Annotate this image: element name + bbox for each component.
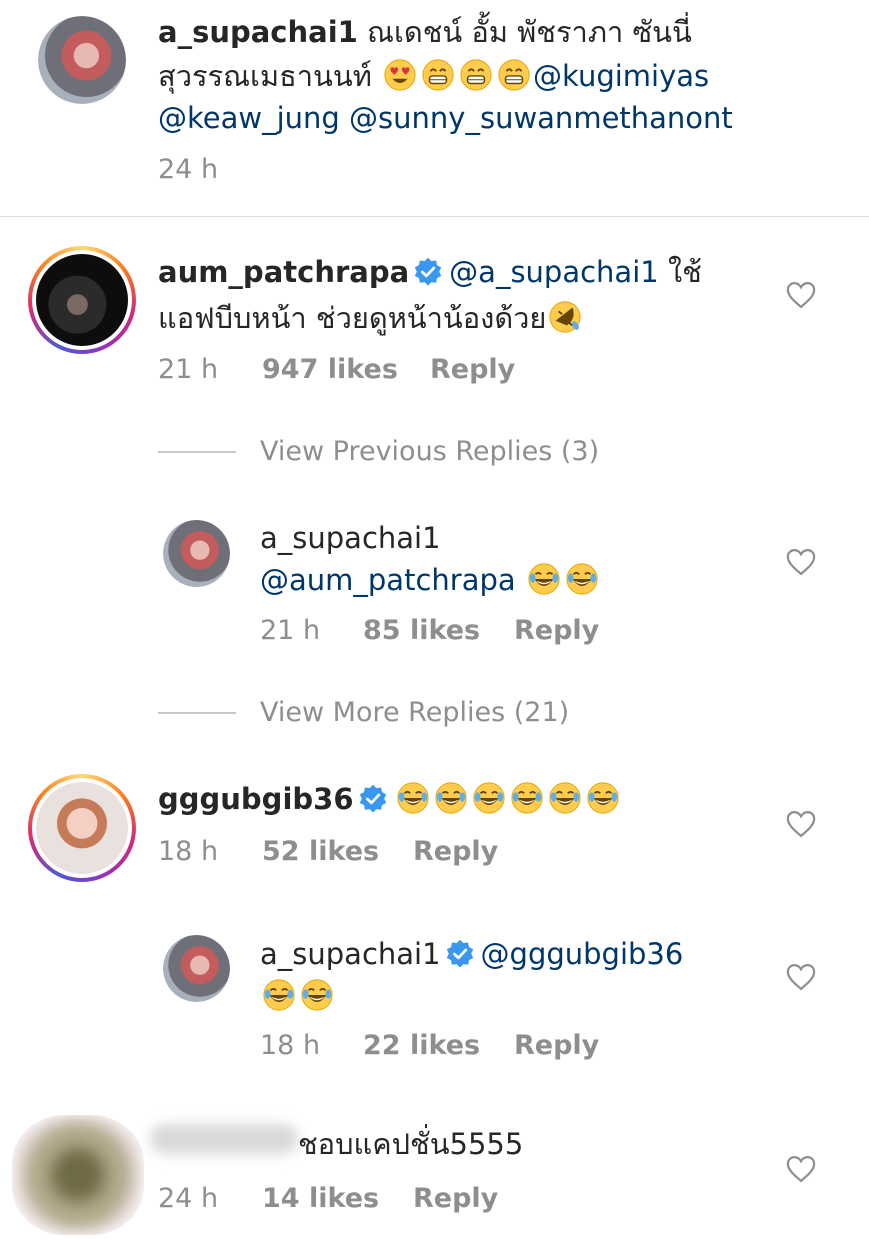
avatar-aum-patchrapa[interactable]	[28, 246, 136, 354]
caption-line-1: a_supachai1 ณเดชน์ อั้ม พัชราภา ซันนี่	[158, 12, 692, 53]
caption-text-2: สุวรรณเมธานนท์	[158, 59, 372, 93]
caption-line-3: @keaw_jung @sunny_suwanmethanont	[158, 98, 733, 139]
comment-1-mention[interactable]: @a_supachai1	[449, 255, 659, 289]
comment-3-likes[interactable]: 14 likes	[262, 1183, 379, 1214]
caption-username[interactable]: a_supachai1	[158, 15, 358, 49]
reply-2-likes[interactable]: 22 likes	[363, 1030, 480, 1061]
reply-2-line-1: a_supachai1 @gggubgib36	[260, 934, 683, 975]
comment-3-time: 24 h	[158, 1183, 219, 1214]
comment-1-likes[interactable]: 947 likes	[262, 354, 398, 385]
reply-1-likes[interactable]: 85 likes	[363, 615, 480, 646]
reply-1-line-2: @aum_patchrapa	[260, 560, 601, 601]
reply-2-reply-button[interactable]: Reply	[514, 1030, 599, 1061]
replies-line	[158, 451, 236, 453]
avatar-reply-2[interactable]	[163, 935, 230, 1002]
verified-icon	[445, 939, 475, 969]
laughing-emoji	[396, 781, 430, 815]
caption-mention-2[interactable]: @keaw_jung	[158, 101, 340, 135]
comment-2-username[interactable]: gggubgib36	[158, 782, 354, 816]
reply-2-username[interactable]: a_supachai1	[260, 937, 441, 971]
comment-1-time: 21 h	[158, 354, 219, 385]
reply-2-line-2	[260, 976, 336, 1017]
comment-2-reply-button[interactable]: Reply	[413, 836, 498, 867]
view-previous-replies[interactable]: View Previous Replies (3)	[260, 436, 599, 467]
reply-1-mention[interactable]: @aum_patchrapa	[260, 563, 516, 597]
comment-2-likes[interactable]: 52 likes	[262, 836, 379, 867]
reply-2-mention[interactable]: @gggubgib36	[481, 937, 684, 971]
laughing-emoji	[472, 781, 506, 815]
comment-2-line-1: gggubgib36	[158, 779, 622, 820]
comment-2-time: 18 h	[158, 836, 219, 867]
heart-icon[interactable]	[786, 963, 816, 991]
avatar-blurred[interactable]	[12, 1115, 144, 1235]
rofl-emoji	[548, 300, 582, 334]
laughing-emoji	[262, 978, 296, 1012]
blurred-username[interactable]	[150, 1124, 298, 1154]
caption-divider	[0, 216, 869, 217]
replies-line	[158, 712, 236, 714]
avatar-reply-1[interactable]	[163, 520, 230, 587]
grinning-emoji	[421, 58, 455, 92]
view-more-replies[interactable]: View More Replies (21)	[260, 697, 569, 728]
laughing-emoji	[527, 562, 561, 596]
caption-line-2: สุวรรณเมธานนท์ @kugimiyas	[158, 56, 709, 97]
comment-1-reply-button[interactable]: Reply	[430, 354, 515, 385]
laughing-emoji	[434, 781, 468, 815]
comment-1-username[interactable]: aum_patchrapa	[158, 255, 409, 289]
heart-icon[interactable]	[786, 548, 816, 576]
laughing-emoji	[548, 781, 582, 815]
heart-icon[interactable]	[786, 281, 816, 309]
laughing-emoji	[586, 781, 620, 815]
heart-icon[interactable]	[786, 810, 816, 838]
comment-1-text-2: แอฟบีบหน้า ช่วยดูหน้าน้องด้วย	[158, 301, 547, 335]
comment-3-text: ชอบแคปชั่น5555	[298, 1127, 524, 1161]
caption-time: 24 h	[158, 154, 219, 185]
verified-icon	[358, 784, 388, 814]
laughing-emoji	[300, 978, 334, 1012]
heart-eyes-emoji	[383, 58, 417, 92]
reply-1-reply-button[interactable]: Reply	[514, 615, 599, 646]
caption-text-1: ณเดชน์ อั้ม พัชราภา ซันนี่	[367, 15, 692, 49]
reply-1-line-1: a_supachai1	[260, 518, 441, 559]
caption-mention-1[interactable]: @kugimiyas	[533, 59, 709, 93]
comment-1-line-2: แอฟบีบหน้า ช่วยดูหน้าน้องด้วย	[158, 298, 584, 339]
avatar-caption[interactable]	[38, 16, 126, 104]
grinning-emoji	[497, 58, 531, 92]
grinning-emoji	[459, 58, 493, 92]
comment-3-reply-button[interactable]: Reply	[413, 1183, 498, 1214]
verified-icon	[413, 257, 443, 287]
comment-3-line-1: ชอบแคปชั่น5555	[298, 1124, 523, 1165]
comment-1-line-1: aum_patchrapa @a_supachai1 ใช้	[158, 252, 702, 293]
reply-2-time: 18 h	[260, 1030, 321, 1061]
caption-mention-3[interactable]: @sunny_suwanmethanont	[349, 101, 733, 135]
laughing-emoji	[510, 781, 544, 815]
reply-1-username[interactable]: a_supachai1	[260, 521, 441, 555]
laughing-emoji	[565, 562, 599, 596]
reply-1-time: 21 h	[260, 615, 321, 646]
comment-1-text-1: ใช้	[667, 255, 702, 289]
heart-icon[interactable]	[786, 1155, 816, 1183]
avatar-gggubgib36[interactable]	[28, 774, 136, 882]
